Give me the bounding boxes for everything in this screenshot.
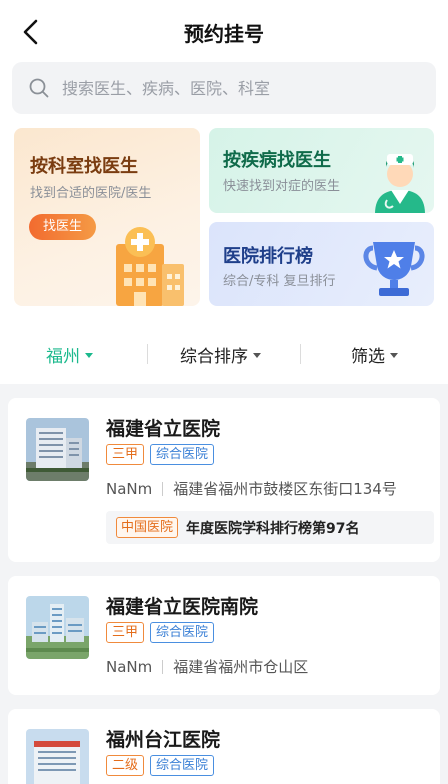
find-by-disease-subtitle: 快速找到对症的医生 bbox=[223, 179, 341, 194]
type-tag: 综合医院 bbox=[150, 755, 215, 776]
divider bbox=[300, 344, 301, 364]
hospital-card[interactable]: 福建省立医院南院 三甲 综合医院 NaNm 福建省福州市仓山区 bbox=[8, 576, 440, 695]
hospital-photo bbox=[26, 596, 89, 659]
entry-cards: 按科室找医生 找到合适的医院/医生 找医生 按疾病找医生 快速找到对症的医生 医… bbox=[0, 124, 448, 320]
hospital-tags: 二级 综合医院 bbox=[106, 755, 215, 776]
hospital-card[interactable]: 福建省立医院 三甲 综合医院 NaNm 福建省福州市鼓楼区东街口134号 中国医… bbox=[8, 398, 440, 562]
hospital-distance: NaNm bbox=[106, 479, 153, 498]
find-by-disease-card[interactable]: 按疾病找医生 快速找到对症的医生 bbox=[209, 128, 434, 213]
hospital-photo bbox=[26, 729, 89, 784]
hospital-ranking-subtitle: 综合/专科 复旦排行 bbox=[223, 274, 336, 289]
hospital-ranking-strip: 中国医院 年度医院学科排行榜第97名 bbox=[106, 511, 434, 544]
find-by-disease-title: 按疾病找医生 bbox=[223, 150, 331, 171]
hospital-ranking-title: 医院排行榜 bbox=[223, 246, 313, 267]
search-icon bbox=[29, 78, 49, 98]
hospital-meta: NaNm 福建省福州市鼓楼区东街口134号 bbox=[106, 478, 397, 499]
hospital-building-icon bbox=[116, 227, 184, 306]
hospital-tags: 三甲 综合医院 bbox=[106, 622, 215, 643]
screen-filter-label: 筛选 bbox=[351, 347, 385, 367]
sort-filter[interactable]: 综合排序 bbox=[180, 342, 261, 367]
find-doctor-button[interactable]: 找医生 bbox=[29, 214, 97, 240]
hospital-address: 福建省福州市仓山区 bbox=[173, 658, 309, 676]
level-tag: 三甲 bbox=[106, 444, 145, 465]
hospital-address: 福建省福州市鼓楼区东街口134号 bbox=[173, 480, 397, 498]
type-tag: 综合医院 bbox=[150, 622, 215, 643]
divider bbox=[162, 659, 164, 674]
search-bar[interactable] bbox=[12, 62, 436, 114]
hospital-meta: NaNm 福建省福州市仓山区 bbox=[106, 656, 308, 677]
find-by-department-title: 按科室找医生 bbox=[30, 156, 138, 177]
divider bbox=[147, 344, 148, 364]
find-by-department-card[interactable]: 按科室找医生 找到合适的医院/医生 找医生 bbox=[14, 128, 200, 306]
level-tag: 三甲 bbox=[106, 622, 145, 643]
filter-bar: 福州 综合排序 筛选 bbox=[0, 320, 448, 384]
screen-filter[interactable]: 筛选 bbox=[351, 342, 398, 367]
trophy-icon bbox=[363, 242, 425, 296]
hospital-name: 福州台江医院 bbox=[106, 729, 221, 751]
city-filter-label: 福州 bbox=[46, 347, 80, 367]
search-input[interactable] bbox=[62, 78, 402, 98]
hospital-name: 福建省立医院 bbox=[106, 418, 221, 440]
hospital-card[interactable]: 福州台江医院 二级 综合医院 bbox=[8, 709, 440, 784]
city-filter[interactable]: 福州 bbox=[46, 342, 93, 367]
top-bar: 预约挂号 bbox=[0, 0, 448, 62]
hospital-ranking-card[interactable]: 医院排行榜 综合/专科 复旦排行 bbox=[209, 222, 434, 306]
caret-down-icon bbox=[253, 353, 261, 358]
page-title: 预约挂号 bbox=[184, 22, 264, 46]
hospital-tags: 三甲 综合医院 bbox=[106, 444, 215, 465]
ranking-source-tag: 中国医院 bbox=[116, 517, 179, 538]
hospital-distance: NaNm bbox=[106, 657, 153, 676]
divider bbox=[162, 481, 164, 496]
search-area bbox=[0, 62, 448, 124]
sort-filter-label: 综合排序 bbox=[180, 347, 248, 367]
level-tag: 二级 bbox=[106, 755, 145, 776]
hospital-list: 福建省立医院 三甲 综合医院 NaNm 福建省福州市鼓楼区东街口134号 中国医… bbox=[0, 384, 448, 784]
type-tag: 综合医院 bbox=[150, 444, 215, 465]
hospital-photo bbox=[26, 418, 89, 481]
doctor-icon bbox=[375, 154, 425, 213]
ranking-text: 年度医院学科排行榜第97名 bbox=[186, 520, 360, 537]
caret-down-icon bbox=[390, 353, 398, 358]
find-by-department-subtitle: 找到合适的医院/医生 bbox=[30, 186, 152, 201]
caret-down-icon bbox=[85, 353, 93, 358]
hospital-name: 福建省立医院南院 bbox=[106, 596, 259, 618]
